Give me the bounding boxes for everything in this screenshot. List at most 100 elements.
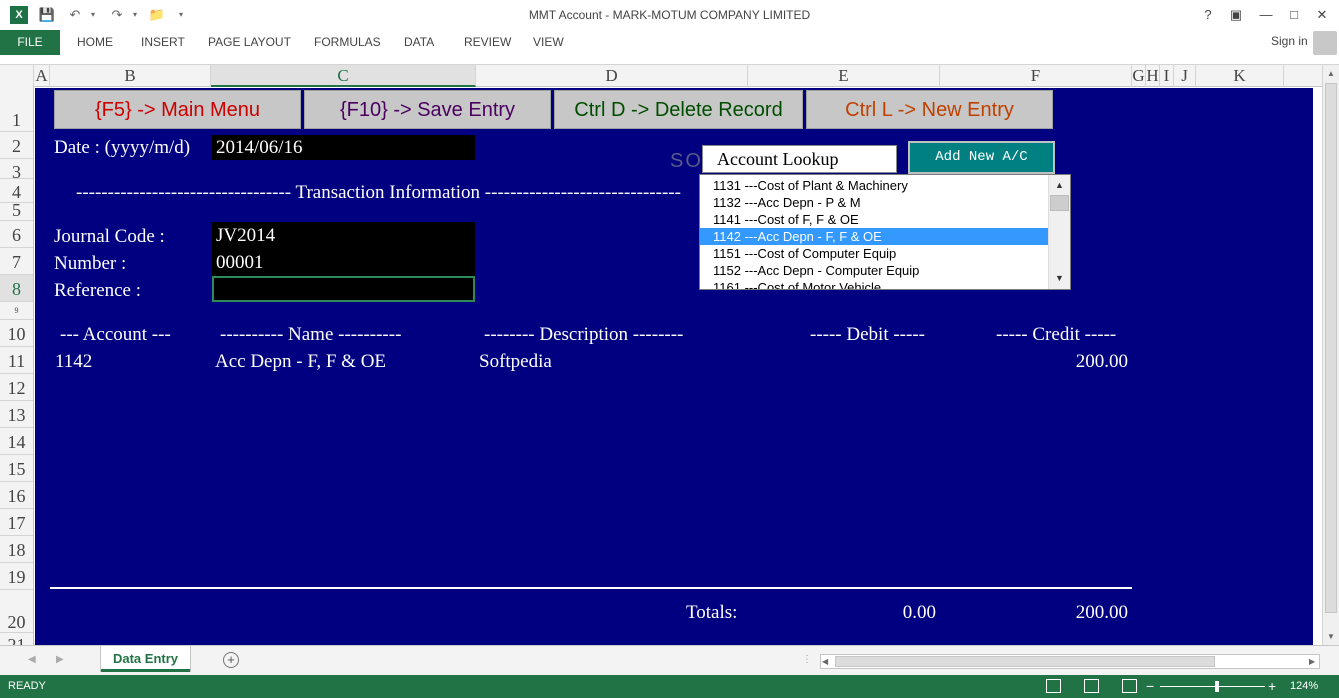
scroll-up-icon[interactable]: ▲: [1323, 65, 1339, 82]
vertical-scrollbar[interactable]: ▲ ▼: [1322, 65, 1339, 645]
journal-code-cell[interactable]: JV2014: [212, 222, 475, 249]
scroll-right-icon[interactable]: ▶: [1309, 655, 1315, 668]
account-list-item[interactable]: 1151 ---Cost of Computer Equip: [700, 245, 1048, 262]
account-list-item[interactable]: 1141 ---Cost of F, F & OE: [700, 211, 1048, 228]
title-bar: X 💾 ↶ ▾ ↷ ▾ 📁 ▾ MMT Account - MARK-MOTUM…: [0, 0, 1339, 30]
scroll-thumb[interactable]: [1325, 83, 1337, 613]
row-header[interactable]: 7: [0, 248, 33, 275]
column-header-b[interactable]: B: [50, 65, 211, 87]
row-header[interactable]: 8: [0, 275, 33, 302]
delete-record-button[interactable]: Ctrl D -> Delete Record: [554, 90, 803, 129]
row-header[interactable]: 6: [0, 221, 33, 248]
row-header[interactable]: 10: [0, 320, 33, 347]
reference-label: Reference :: [54, 280, 142, 301]
select-all-corner[interactable]: [0, 65, 34, 87]
tab-insert[interactable]: INSERT: [141, 30, 185, 55]
account-lookup-field[interactable]: Account Lookup: [702, 145, 897, 173]
horizontal-scrollbar[interactable]: ◀ ▶: [820, 654, 1320, 669]
number-cell[interactable]: 00001: [212, 249, 475, 276]
scroll-down-icon[interactable]: ▼: [1323, 628, 1339, 645]
column-header-f[interactable]: F: [940, 65, 1132, 87]
column-header-e[interactable]: E: [748, 65, 940, 87]
reference-cell[interactable]: [212, 276, 475, 302]
page-break-preview-icon[interactable]: [1122, 679, 1137, 693]
sign-in-link[interactable]: Sign in: [1271, 34, 1308, 48]
save-entry-button[interactable]: {F10} -> Save Entry: [304, 90, 551, 129]
scroll-left-icon[interactable]: ◀: [822, 655, 828, 668]
account-list-item[interactable]: 1131 ---Cost of Plant & Machinery: [700, 177, 1048, 194]
row-header[interactable]: 1: [0, 87, 33, 132]
row-header[interactable]: 11: [0, 347, 33, 374]
row-header[interactable]: 9: [0, 302, 33, 320]
row-header[interactable]: 15: [0, 455, 33, 482]
entry-description-cell[interactable]: Softpedia: [479, 351, 552, 373]
tab-split-handle-icon[interactable]: ⋮: [802, 654, 812, 665]
normal-view-icon[interactable]: [1046, 679, 1061, 693]
entry-name-cell[interactable]: Acc Depn - F, F & OE: [215, 351, 386, 373]
zoom-out-icon[interactable]: −: [1146, 678, 1154, 694]
add-new-account-button[interactable]: Add New A/C: [908, 141, 1055, 174]
sheet-tab-data-entry[interactable]: Data Entry: [101, 646, 190, 672]
tab-data[interactable]: DATA: [404, 30, 434, 55]
row-header[interactable]: 18: [0, 536, 33, 563]
column-header-g[interactable]: G: [1132, 65, 1146, 87]
totals-divider: [50, 587, 1132, 589]
row-header[interactable]: 19: [0, 563, 33, 590]
scroll-thumb[interactable]: [1050, 195, 1069, 211]
zoom-level[interactable]: 124%: [1290, 680, 1318, 692]
row-header[interactable]: 20: [0, 590, 33, 633]
scroll-up-icon[interactable]: ▲: [1049, 176, 1070, 194]
tab-file[interactable]: FILE: [0, 30, 60, 55]
add-sheet-icon[interactable]: +: [223, 652, 239, 668]
column-header-j[interactable]: J: [1174, 65, 1196, 87]
tab-home[interactable]: HOME: [77, 30, 113, 55]
row-header[interactable]: 5: [0, 201, 33, 221]
column-header-h[interactable]: H: [1146, 65, 1160, 87]
maximize-icon[interactable]: □: [1282, 4, 1306, 26]
minimize-icon[interactable]: —: [1254, 4, 1278, 26]
main-menu-button[interactable]: {F5} -> Main Menu: [54, 90, 301, 129]
date-cell[interactable]: 2014/06/16: [212, 135, 475, 160]
row-header[interactable]: 3: [0, 159, 33, 182]
account-list-item[interactable]: 1152 ---Acc Depn - Computer Equip: [700, 262, 1048, 279]
column-header-d[interactable]: D: [476, 65, 748, 87]
window-title: MMT Account - MARK-MOTUM COMPANY LIMITED: [528, 8, 811, 22]
scroll-down-icon[interactable]: ▼: [1049, 269, 1070, 287]
tab-formulas[interactable]: FORMULAS: [314, 30, 381, 55]
user-avatar-icon[interactable]: [1313, 31, 1337, 55]
account-list-item[interactable]: 1161 ---Cost of Motor Vehicle: [700, 279, 1048, 289]
row-header[interactable]: 12: [0, 374, 33, 401]
zoom-in-icon[interactable]: +: [1268, 678, 1276, 694]
prev-sheet-icon[interactable]: ◀: [28, 654, 36, 665]
account-list-item[interactable]: 1132 ---Acc Depn - P & M: [700, 194, 1048, 211]
tab-review[interactable]: REVIEW: [464, 30, 511, 55]
close-icon[interactable]: ✕: [1310, 4, 1334, 26]
ribbon-display-icon[interactable]: ▣: [1224, 4, 1248, 26]
row-header[interactable]: 14: [0, 428, 33, 455]
new-entry-button[interactable]: Ctrl L -> New Entry: [806, 90, 1053, 129]
zoom-slider-handle[interactable]: [1215, 681, 1219, 692]
account-lookup-list[interactable]: 1131 ---Cost of Plant & Machinery 1132 -…: [699, 174, 1071, 290]
zoom-slider[interactable]: [1160, 686, 1265, 687]
row-header[interactable]: 13: [0, 401, 33, 428]
next-sheet-icon[interactable]: ▶: [56, 654, 64, 665]
help-icon[interactable]: ?: [1196, 4, 1220, 26]
row-header[interactable]: 2: [0, 132, 33, 159]
tab-page-layout[interactable]: PAGE LAYOUT: [208, 30, 291, 55]
date-label: Date : (yyyy/m/d): [54, 137, 191, 158]
entry-account-cell[interactable]: 1142: [55, 351, 92, 373]
row-header[interactable]: 16: [0, 482, 33, 509]
column-header-k[interactable]: K: [1196, 65, 1284, 87]
column-header-i[interactable]: I: [1160, 65, 1174, 87]
entry-credit-cell[interactable]: 200.00: [940, 351, 1128, 373]
account-list-item-selected[interactable]: 1142 ---Acc Depn - F, F & OE: [700, 228, 1048, 245]
account-column-header: --- Account ---: [60, 324, 171, 345]
scroll-thumb[interactable]: [835, 656, 1215, 667]
row-header[interactable]: 21: [0, 633, 33, 645]
column-header-a[interactable]: A: [34, 65, 50, 87]
column-header-c[interactable]: C: [211, 65, 476, 87]
tab-view[interactable]: VIEW: [533, 30, 564, 55]
page-layout-view-icon[interactable]: [1084, 679, 1099, 693]
row-header[interactable]: 17: [0, 509, 33, 536]
lookup-scrollbar[interactable]: ▲ ▼: [1048, 175, 1070, 289]
